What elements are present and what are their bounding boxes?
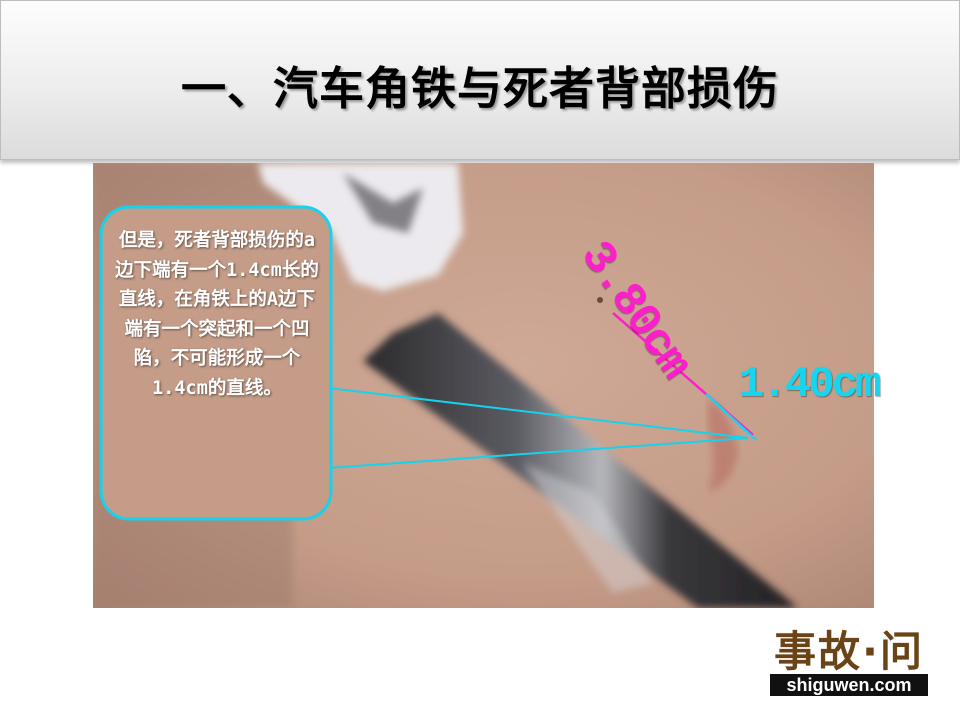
site-logo: 事故·问 shiguwen.com (768, 618, 930, 698)
callout-text: 但是，死者背部损伤的a边下端有一个1.4cm长的直线，在角铁上的A边下端有一个突… (115, 230, 319, 399)
short-edge-label: 1.40cm (738, 360, 881, 410)
logo-chinese: 事故·问 (774, 627, 924, 676)
logo-domain: shiguwen.com (770, 674, 928, 696)
slide-title: 一、汽车角铁与死者背部损伤 (180, 62, 779, 115)
